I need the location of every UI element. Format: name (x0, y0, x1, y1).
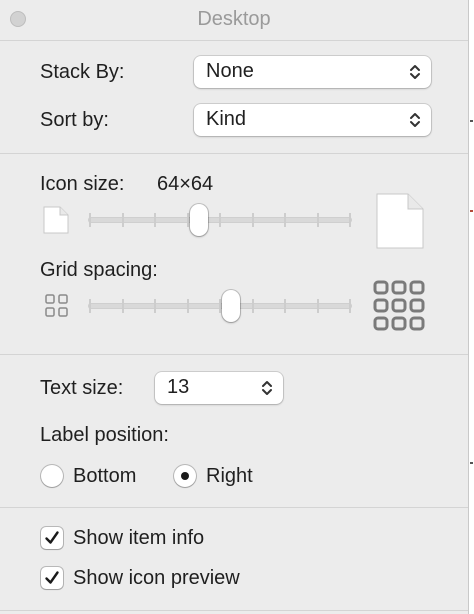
sort-by-popup[interactable]: Kind (194, 104, 431, 136)
label-position-label: Label position: (40, 424, 169, 446)
slider-tick (219, 299, 221, 313)
slider-knob[interactable] (221, 290, 240, 322)
edge-mark (470, 210, 473, 212)
slider-tick (284, 213, 286, 227)
section-divider (0, 354, 468, 355)
radio-bottom[interactable] (41, 465, 63, 487)
updown-chevron-icon (410, 65, 420, 79)
updown-chevron-icon (410, 113, 420, 127)
radio-right-label[interactable]: Right (206, 465, 253, 488)
icon-size-label: Icon size: (40, 173, 125, 195)
icon-size-slider[interactable] (88, 204, 352, 236)
show-icon-preview-label[interactable]: Show icon preview (73, 567, 240, 590)
checkmark-icon (45, 571, 59, 584)
slider-tick (349, 299, 351, 313)
show-item-info-checkbox[interactable] (41, 527, 63, 549)
section-divider (0, 507, 468, 508)
grid-spacing-label: Grid spacing: (40, 259, 158, 281)
text-size-label: Text size: (40, 377, 124, 399)
large-document-icon (376, 193, 424, 249)
grid-spacing-slider[interactable] (88, 290, 352, 322)
slider-tick (121, 213, 124, 227)
show-icon-preview-checkbox[interactable] (41, 567, 63, 589)
slider-tick (316, 213, 319, 227)
small-grid-icon (45, 294, 68, 317)
titlebar: Desktop (0, 0, 468, 40)
small-document-icon (43, 206, 69, 234)
slider-tick (186, 299, 189, 313)
radio-dot (181, 472, 189, 480)
sort-by-label: Sort by: (40, 109, 109, 131)
show-item-info-label[interactable]: Show item info (73, 527, 204, 550)
radio-bottom-label[interactable]: Bottom (73, 465, 136, 488)
slider-tick (349, 213, 351, 227)
section-divider (0, 153, 468, 154)
slider-tick (89, 213, 91, 227)
text-size-popup[interactable]: 13 (155, 372, 283, 404)
titlebar-divider (0, 40, 468, 41)
slider-tick (154, 299, 156, 313)
stack-by-value: None (206, 60, 254, 82)
radio-right[interactable] (174, 465, 196, 487)
slider-knob[interactable] (189, 204, 208, 236)
window-title: Desktop (197, 8, 271, 30)
desktop-view-options-window: Desktop Stack By: None Sort by: Kind Ico… (0, 0, 469, 614)
slider-tick (284, 299, 286, 313)
stack-by-label: Stack By: (40, 61, 125, 83)
icon-size-value: 64×64 (157, 173, 214, 195)
checkmark-icon (45, 531, 59, 544)
sort-by-value: Kind (206, 108, 247, 130)
stack-by-popup[interactable]: None (194, 56, 431, 88)
slider-tick (251, 213, 254, 227)
bottom-divider (0, 610, 468, 611)
slider-tick (316, 299, 319, 313)
updown-chevron-icon (262, 381, 272, 395)
edge-mark (470, 462, 473, 464)
slider-tick (186, 213, 189, 227)
slider-tick (154, 213, 156, 227)
text-size-value: 13 (167, 376, 190, 398)
large-grid-icon (373, 280, 425, 331)
slider-tick (89, 299, 91, 313)
slider-tick (251, 299, 254, 313)
edge-mark (470, 120, 473, 122)
slider-tick (219, 213, 221, 227)
background-window-edge (469, 0, 474, 614)
slider-tick (121, 299, 124, 313)
